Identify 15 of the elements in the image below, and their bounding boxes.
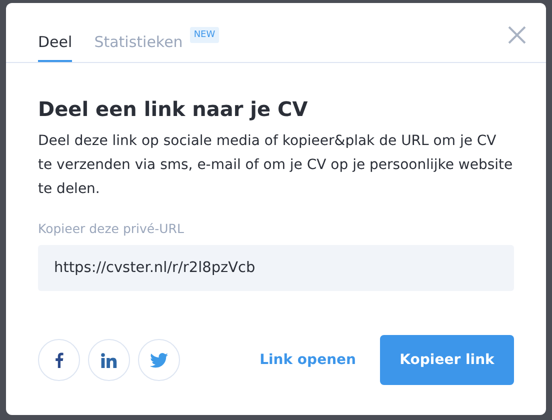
open-link[interactable]: Link openen	[260, 352, 356, 368]
url-field[interactable]: https://cvster.nl/r/r2l8pzVcb	[38, 245, 514, 291]
field-label: Kopieer deze privé-URL	[38, 221, 185, 236]
linkedin-icon	[101, 352, 117, 368]
tab[interactable]: Deel	[38, 3, 72, 62]
bird-share-button[interactable]	[138, 339, 180, 381]
bird-icon	[150, 352, 168, 368]
tab[interactable]: Statistieken	[94, 3, 183, 62]
dialog-heading: Deel een link naar je CV	[38, 97, 309, 121]
description-text: Deel deze link op sociale media of kopieer&plak de URL om je CV te verzenden via sms, e-mail of om je CV op je persoonlijke website te delen.	[38, 132, 514, 199]
facebook-share-button[interactable]	[38, 339, 80, 381]
facebook-icon	[54, 352, 64, 368]
linkedin-share-button[interactable]	[88, 339, 130, 381]
copy-link-button[interactable]: Kopieer link	[380, 335, 514, 385]
new-badge: NEW	[190, 27, 220, 43]
